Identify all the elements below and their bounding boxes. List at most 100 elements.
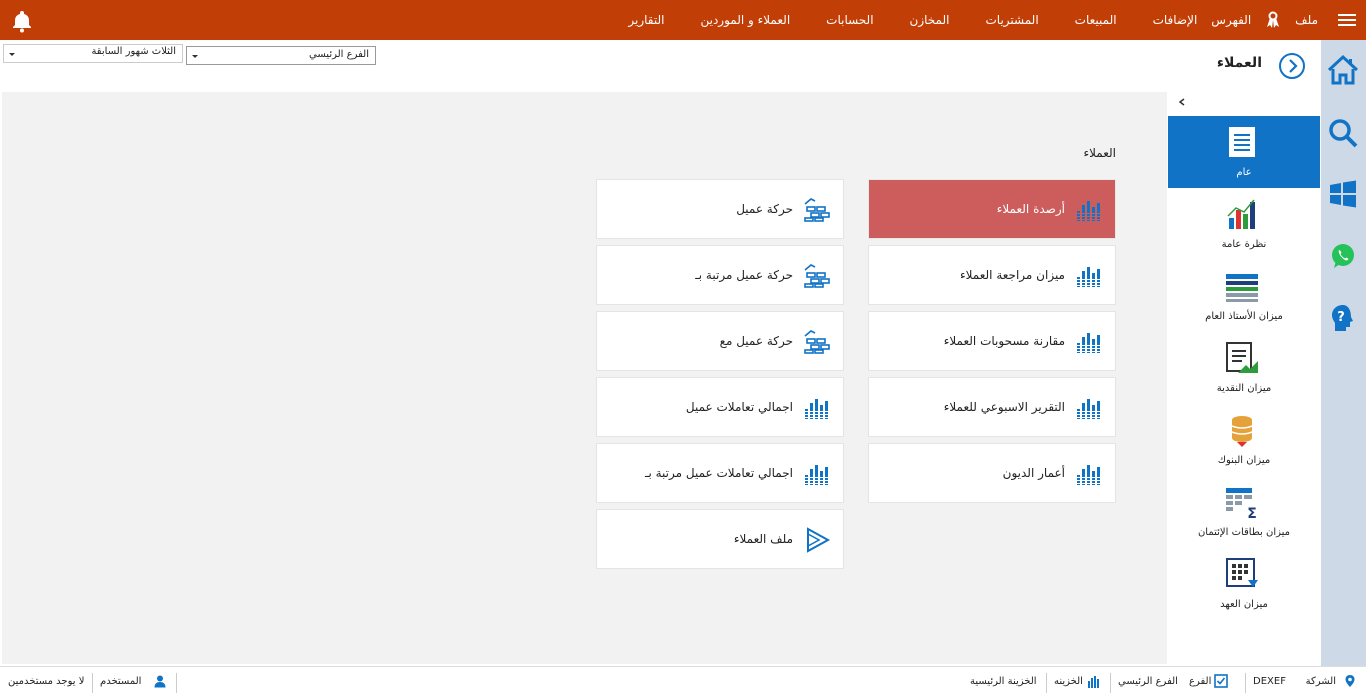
credit-sum-icon: Σ	[1224, 484, 1260, 520]
user-icon	[153, 674, 167, 688]
menu-purchases[interactable]: المشتريات	[985, 13, 1038, 27]
status-divider	[1245, 673, 1246, 693]
status-divider	[176, 673, 177, 693]
svg-text:?: ?	[1337, 310, 1345, 325]
status-treasury-value: الخزينة الرئيسية	[970, 676, 1037, 687]
status-bar: الشركة DEXEF الفرع الفرع الرئيسي الخزينه…	[0, 666, 1366, 698]
help-head-icon[interactable]: ?	[1327, 302, 1359, 334]
sidebar-item-general-ledger[interactable]: ميزان الأستاذ العام	[1168, 260, 1320, 332]
document-list-icon	[1224, 124, 1260, 160]
sidebar-item-label: ميزان الأستاذ العام	[1205, 311, 1283, 322]
report-card-clients-trial-balance[interactable]: ميزان مراجعة العملاء	[868, 245, 1116, 305]
client-movement-icon	[803, 329, 831, 355]
location-pin-icon	[1343, 674, 1357, 688]
report-card-label: حركة عميل مع	[719, 334, 793, 348]
custody-grid-icon	[1224, 556, 1260, 592]
report-card-clients-withdrawals-comparison[interactable]: مقارنة مسحوبات العملاء	[868, 311, 1116, 371]
status-divider	[1110, 673, 1111, 693]
whatsapp-icon[interactable]	[1327, 240, 1359, 272]
report-categories-sidebar: عام نظرة عامة ميزان الأستاذ العام ميزان …	[1168, 92, 1320, 666]
status-user-label: المستخدم	[100, 676, 142, 687]
sidebar-item-overview[interactable]: نظرة عامة	[1168, 188, 1320, 260]
cash-report-icon	[1224, 340, 1260, 376]
status-divider	[92, 673, 93, 693]
menu-stores[interactable]: المخازن	[910, 13, 950, 27]
report-card-label: مقارنة مسحوبات العملاء	[943, 334, 1065, 348]
report-card-clients-weekly-report[interactable]: التقرير الاسبوعي للعملاء	[868, 377, 1116, 437]
client-movement-icon	[803, 197, 831, 223]
report-card-client-movement-with[interactable]: حركة عميل مع	[596, 311, 844, 371]
menu-sales[interactable]: المبيعات	[1075, 13, 1117, 27]
panel-title: العملاء	[1216, 55, 1262, 71]
sidebar-item-cash-balance[interactable]: ميزان النقدية	[1168, 332, 1320, 404]
branch-select[interactable]: الفرع الرئيسي	[186, 46, 376, 65]
search-icon[interactable]	[1327, 117, 1359, 149]
report-bars-icon	[1075, 329, 1103, 355]
sidebar-item-label: عام	[1236, 167, 1252, 178]
ledger-table-icon	[1224, 268, 1260, 304]
report-bars-icon	[1075, 395, 1103, 421]
menu-file[interactable]: ملف	[1295, 13, 1318, 27]
chevron-left-icon[interactable]	[1178, 98, 1186, 106]
sidebar-item-banks-balance[interactable]: ميزان البنوك	[1168, 404, 1320, 476]
ribbon-icon	[1265, 11, 1281, 29]
report-card-client-total-transactions[interactable]: اجمالي تعاملات عميل	[596, 377, 844, 437]
report-card-client-movement[interactable]: حركة عميل	[596, 179, 844, 239]
status-treasury-label: الخزينه	[1054, 676, 1083, 687]
panel-header: العملاء	[1170, 40, 1320, 92]
report-bars-icon	[803, 395, 831, 421]
report-card-client-movement-sorted[interactable]: حركة عميل مرتبة بـ	[596, 245, 844, 305]
sidebar-item-custody-balance[interactable]: ميزان العهد	[1168, 548, 1320, 620]
svg-text:Σ: Σ	[1247, 506, 1257, 520]
home-icon[interactable]	[1327, 54, 1359, 86]
status-company-label: الشركة	[1305, 676, 1336, 687]
menu-addons[interactable]: الإضافات	[1153, 13, 1198, 27]
menu-clients-suppliers[interactable]: العملاء و الموردين	[700, 13, 790, 27]
client-movement-icon	[803, 263, 831, 289]
report-card-label: اجمالي تعاملات عميل	[685, 400, 793, 414]
branch-select-value: الفرع الرئيسي	[309, 49, 369, 60]
sidebar-item-label: ميزان النقدية	[1216, 383, 1272, 394]
report-card-client-total-transactions-sorted[interactable]: اجمالي تعاملات عميل مرتبة بـ	[596, 443, 844, 503]
report-card-label: ملف العملاء	[733, 532, 793, 546]
report-bars-icon	[1075, 263, 1103, 289]
bar-chart-icon	[1224, 196, 1260, 232]
report-bars-icon	[803, 461, 831, 487]
status-company-value: DEXEF	[1253, 676, 1286, 687]
arrow-right-circle-icon[interactable]	[1278, 52, 1306, 80]
main-menu: ملف الفهرس الإضافات المبيعات المشتريات ا…	[592, 0, 1318, 40]
report-bars-icon	[1075, 461, 1103, 487]
report-card-clients-balances[interactable]: أرصدة العملاء	[868, 179, 1116, 239]
top-menu-bar: ملف الفهرس الإضافات المبيعات المشتريات ا…	[0, 0, 1366, 40]
sidebar-item-label: ميزان العهد	[1220, 599, 1268, 610]
report-card-label: ميزان مراجعة العملاء	[960, 268, 1065, 282]
report-card-label: التقرير الاسبوعي للعملاء	[943, 400, 1065, 414]
report-card-label: أعمار الديون	[1002, 466, 1065, 480]
checkbox-icon	[1214, 674, 1228, 688]
sidebar-item-general[interactable]: عام	[1168, 116, 1320, 188]
bank-coins-icon	[1224, 412, 1260, 448]
menu-index[interactable]: الفهرس	[1211, 13, 1251, 27]
menu-reports[interactable]: التقارير	[628, 13, 664, 27]
menu-accounts[interactable]: الحسابات	[826, 13, 873, 27]
report-card-clients-file[interactable]: ملف العملاء	[596, 509, 844, 569]
sidebar-item-credit-cards-balance[interactable]: Σ ميزان بطاقات الإئتمان	[1168, 476, 1320, 548]
bell-icon[interactable]	[10, 9, 34, 33]
sidebar-item-label: ميزان البنوك	[1217, 455, 1271, 466]
sidebar-item-label: نظرة عامة	[1221, 239, 1267, 250]
report-card-label: أرصدة العملاء	[996, 202, 1065, 216]
hamburger-menu-icon[interactable]	[1338, 12, 1356, 28]
period-select[interactable]: الثلاث شهور السابقة	[3, 44, 183, 63]
report-card-label: اجمالي تعاملات عميل مرتبة بـ	[644, 466, 793, 480]
status-divider	[1046, 673, 1047, 693]
sidebar-item-label: ميزان بطاقات الإئتمان	[1197, 527, 1291, 538]
report-card-label: حركة عميل	[736, 202, 793, 216]
period-select-value: الثلاث شهور السابقة	[91, 46, 176, 57]
report-card-debt-aging[interactable]: أعمار الديون	[868, 443, 1116, 503]
chevron-down-icon	[192, 55, 198, 58]
report-card-label: حركة عميل مرتبة بـ	[695, 268, 793, 282]
status-user-value: لا يوجد مستخدمين	[8, 676, 85, 687]
windows-icon[interactable]	[1327, 178, 1359, 210]
treasury-bars-icon	[1087, 674, 1101, 688]
icon-rail: ?	[1321, 40, 1366, 666]
